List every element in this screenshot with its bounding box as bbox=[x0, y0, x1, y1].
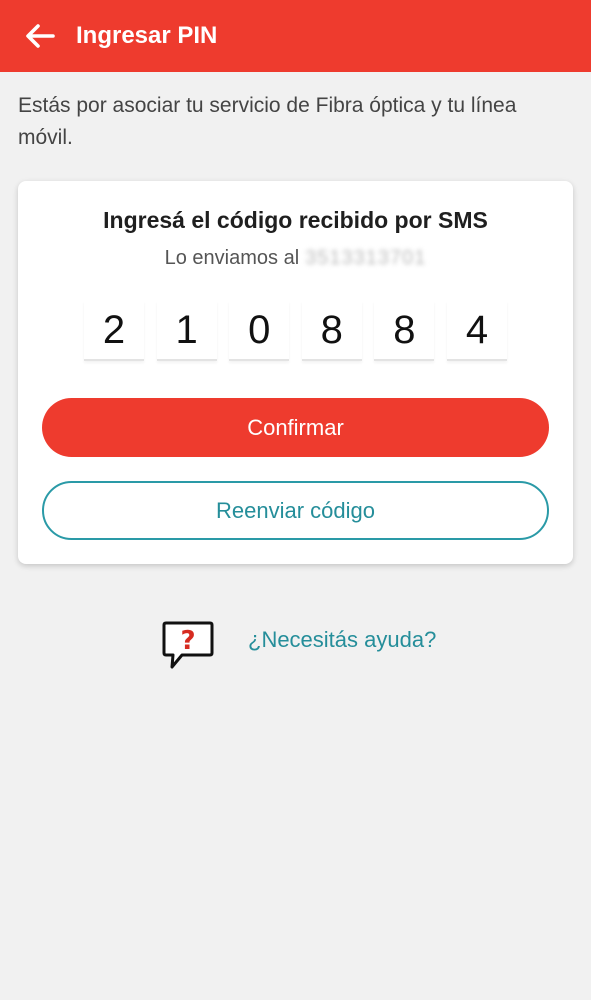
pin-digit-1[interactable]: 2 bbox=[84, 301, 144, 361]
pin-digit-2[interactable]: 1 bbox=[156, 301, 217, 361]
pin-input-group: 2 1 0 8 8 4 bbox=[84, 301, 507, 361]
sent-to-text: Lo enviamos al 3513313701 bbox=[18, 247, 573, 270]
pin-card: Ingresá el código recibido por SMS Lo en… bbox=[18, 181, 573, 564]
phone-number-redacted: 3513313701 bbox=[305, 247, 427, 269]
pin-digit-6[interactable]: 4 bbox=[446, 301, 507, 361]
pin-digit-5[interactable]: 8 bbox=[374, 301, 435, 361]
confirm-button[interactable]: Confirmar bbox=[42, 398, 549, 457]
sent-to-label: Lo enviamos al bbox=[164, 247, 300, 269]
pin-digit-3[interactable]: 0 bbox=[229, 301, 290, 361]
arrow-left-icon bbox=[26, 24, 55, 48]
card-title: Ingresá el código recibido por SMS bbox=[103, 207, 488, 233]
page-title: Ingresar PIN bbox=[76, 22, 218, 49]
pin-digit-4[interactable]: 8 bbox=[301, 301, 362, 361]
question-bubble-icon[interactable]: ? bbox=[160, 617, 216, 673]
intro-text: Estás por asociar tu servicio de Fibra ó… bbox=[18, 94, 517, 149]
svg-text:?: ? bbox=[180, 626, 195, 656]
help-link[interactable]: ¿Necesitás ayuda? bbox=[248, 627, 436, 653]
resend-code-button[interactable]: Reenviar código bbox=[42, 481, 549, 540]
app-bar: Ingresar PIN bbox=[0, 0, 591, 72]
back-button[interactable] bbox=[20, 16, 60, 56]
